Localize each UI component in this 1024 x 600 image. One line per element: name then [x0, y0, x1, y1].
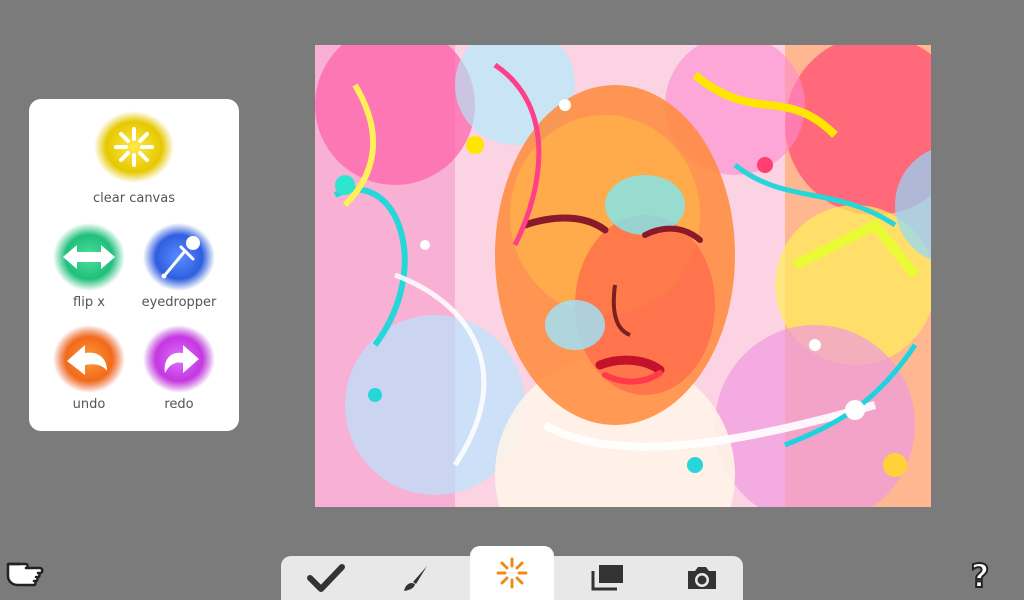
pointing-hand-icon [6, 562, 44, 587]
pointer-hand-button[interactable] [4, 556, 46, 590]
eyedropper-label: eyedropper [141, 295, 217, 310]
help-question-icon: ? [970, 556, 991, 596]
clear-canvas-label: clear canvas [93, 191, 175, 206]
canvas-painting [315, 45, 931, 507]
eyedropper-button[interactable]: eyedropper [133, 221, 225, 310]
redo-label: redo [164, 397, 194, 412]
drawing-canvas[interactable] [315, 45, 931, 507]
tool-panel: clear canvas flip x eyedropper undo redo [29, 99, 239, 431]
clear-canvas-button[interactable]: clear canvas [84, 109, 184, 206]
layers-icon [591, 565, 623, 591]
undo-label: undo [72, 397, 106, 412]
done-button[interactable] [281, 556, 371, 600]
bottom-toolbar [281, 546, 743, 600]
flip-horizontal-icon [53, 223, 125, 291]
redo-icon [143, 325, 215, 393]
help-button[interactable]: ? [962, 556, 998, 596]
flip-x-button[interactable]: flip x [43, 221, 135, 310]
svg-text:?: ? [971, 557, 990, 594]
undo-button[interactable]: undo [43, 323, 135, 412]
undo-icon [53, 325, 125, 393]
clear-canvas-icon [94, 111, 174, 183]
redo-button[interactable]: redo [133, 323, 225, 412]
layers-button[interactable] [563, 556, 653, 600]
tools-tab-active[interactable] [470, 546, 554, 600]
brush-icon [404, 566, 427, 591]
sparkle-icon [496, 557, 528, 589]
eyedropper-icon [143, 223, 215, 291]
checkmark-icon [307, 564, 345, 592]
brush-button[interactable] [371, 556, 461, 600]
flip-x-label: flip x [73, 295, 105, 310]
camera-icon [688, 567, 716, 589]
camera-button[interactable] [657, 556, 747, 600]
